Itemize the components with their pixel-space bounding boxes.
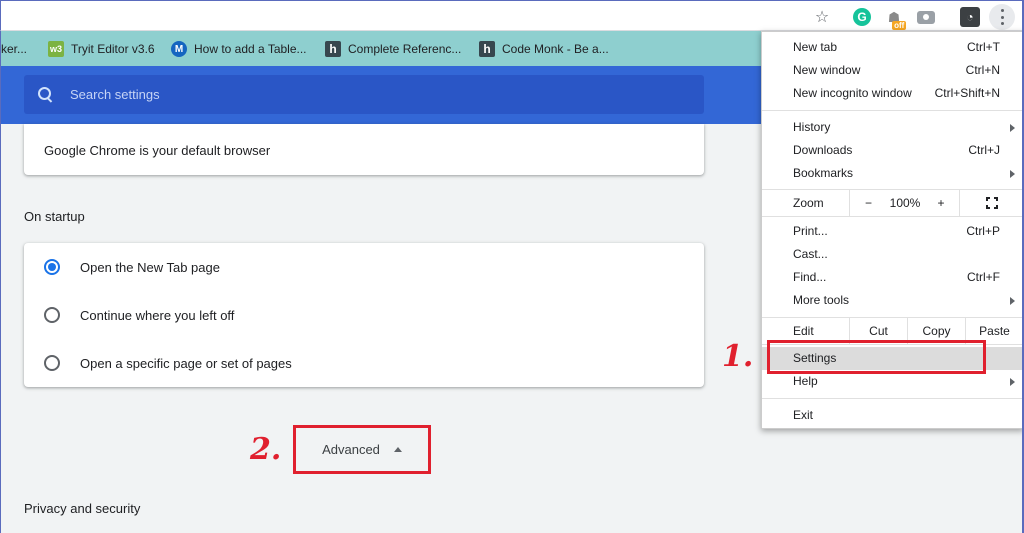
radio-unchecked[interactable] xyxy=(44,355,60,371)
menu-item-print[interactable]: Print... Ctrl+P xyxy=(762,220,1023,243)
startup-section-title: On startup xyxy=(24,209,85,224)
search-icon xyxy=(38,86,54,103)
menu-item-bookmarks[interactable]: Bookmarks xyxy=(762,162,1023,185)
browser-toolbar: ☆ G ☗ off ◔ xyxy=(0,0,1024,31)
menu-zoom-row: Zoom − 100% + xyxy=(762,190,1023,216)
rss-icon: ◔ xyxy=(960,7,980,27)
zoom-out-button[interactable]: − xyxy=(849,190,887,216)
camera-extension[interactable] xyxy=(914,5,938,29)
advanced-button[interactable]: Advanced xyxy=(293,425,431,474)
bookmark-item[interactable]: w3 Tryit Editor v3.6 xyxy=(48,40,155,58)
privacy-section-title: Privacy and security xyxy=(24,501,141,516)
annotation-step-1: 1. xyxy=(722,339,754,374)
chevron-right-icon xyxy=(1010,170,1015,178)
bookmark-item[interactable]: M How to add a Table... xyxy=(171,40,307,58)
search-input[interactable] xyxy=(70,87,630,102)
bookmark-item[interactable]: h Complete Referenc... xyxy=(325,40,461,58)
menu-item-find[interactable]: Find... Ctrl+F xyxy=(762,266,1023,289)
off-badge: off xyxy=(892,20,907,30)
chevron-right-icon xyxy=(1010,297,1015,305)
grammarly-extension[interactable]: G xyxy=(850,5,874,29)
zoom-in-button[interactable]: + xyxy=(923,190,959,216)
kebab-icon xyxy=(1000,9,1004,25)
caret-up-icon xyxy=(393,447,402,452)
h-icon: h xyxy=(325,41,341,57)
fullscreen-button[interactable] xyxy=(959,190,1023,216)
bookmark-item[interactable]: h Code Monk - Be a... xyxy=(479,40,609,58)
grammarly-icon: G xyxy=(853,8,871,26)
startup-option-continue[interactable]: Continue where you left off xyxy=(44,305,234,325)
menu-item-downloads[interactable]: Downloads Ctrl+J xyxy=(762,139,1023,162)
chevron-right-icon xyxy=(1010,378,1015,386)
default-browser-text: Google Chrome is your default browser xyxy=(44,143,271,158)
advanced-label: Advanced xyxy=(322,442,380,457)
menu-item-new-window[interactable]: New window Ctrl+N xyxy=(762,59,1023,82)
star-icon[interactable]: ☆ xyxy=(810,5,834,29)
bookmark-item[interactable]: ker... xyxy=(1,40,27,58)
search-bar[interactable] xyxy=(24,75,704,114)
settings-highlight-box xyxy=(767,340,986,374)
chrome-menu-button[interactable] xyxy=(989,4,1015,30)
m-icon: M xyxy=(171,41,187,57)
annotation-step-2: 2. xyxy=(250,432,282,467)
edit-label: Edit xyxy=(793,324,814,338)
radio-unchecked[interactable] xyxy=(44,307,60,323)
puzzle-icon: ☗ off xyxy=(887,8,907,30)
rss-extension[interactable]: ◔ xyxy=(958,5,982,29)
menu-separator xyxy=(762,216,1023,217)
startup-option-new-tab[interactable]: Open the New Tab page xyxy=(44,257,220,277)
menu-item-exit[interactable]: Exit xyxy=(762,404,1023,427)
menu-item-cast[interactable]: Cast... xyxy=(762,243,1023,266)
menu-separator xyxy=(762,398,1023,399)
w3schools-icon: w3 xyxy=(48,41,64,57)
menu-item-new-tab[interactable]: New tab Ctrl+T xyxy=(762,36,1023,59)
camera-icon xyxy=(917,10,935,24)
menu-item-history[interactable]: History xyxy=(762,116,1023,139)
startup-card: Open the New Tab page Continue where you… xyxy=(24,243,704,387)
menu-item-more-tools[interactable]: More tools xyxy=(762,289,1023,312)
menu-separator xyxy=(762,110,1023,111)
fullscreen-icon xyxy=(985,197,998,209)
startup-option-specific-pages[interactable]: Open a specific page or set of pages xyxy=(44,353,292,373)
chevron-right-icon xyxy=(1010,124,1015,132)
menu-item-new-incognito[interactable]: New incognito window Ctrl+Shift+N xyxy=(762,82,1023,105)
zoom-level: 100% xyxy=(889,196,921,210)
default-browser-card: Google Chrome is your default browser xyxy=(24,124,704,175)
adblock-extension[interactable]: ☗ off xyxy=(882,5,907,30)
zoom-label: Zoom xyxy=(793,196,824,210)
h-icon: h xyxy=(479,41,495,57)
radio-checked[interactable] xyxy=(44,259,60,275)
